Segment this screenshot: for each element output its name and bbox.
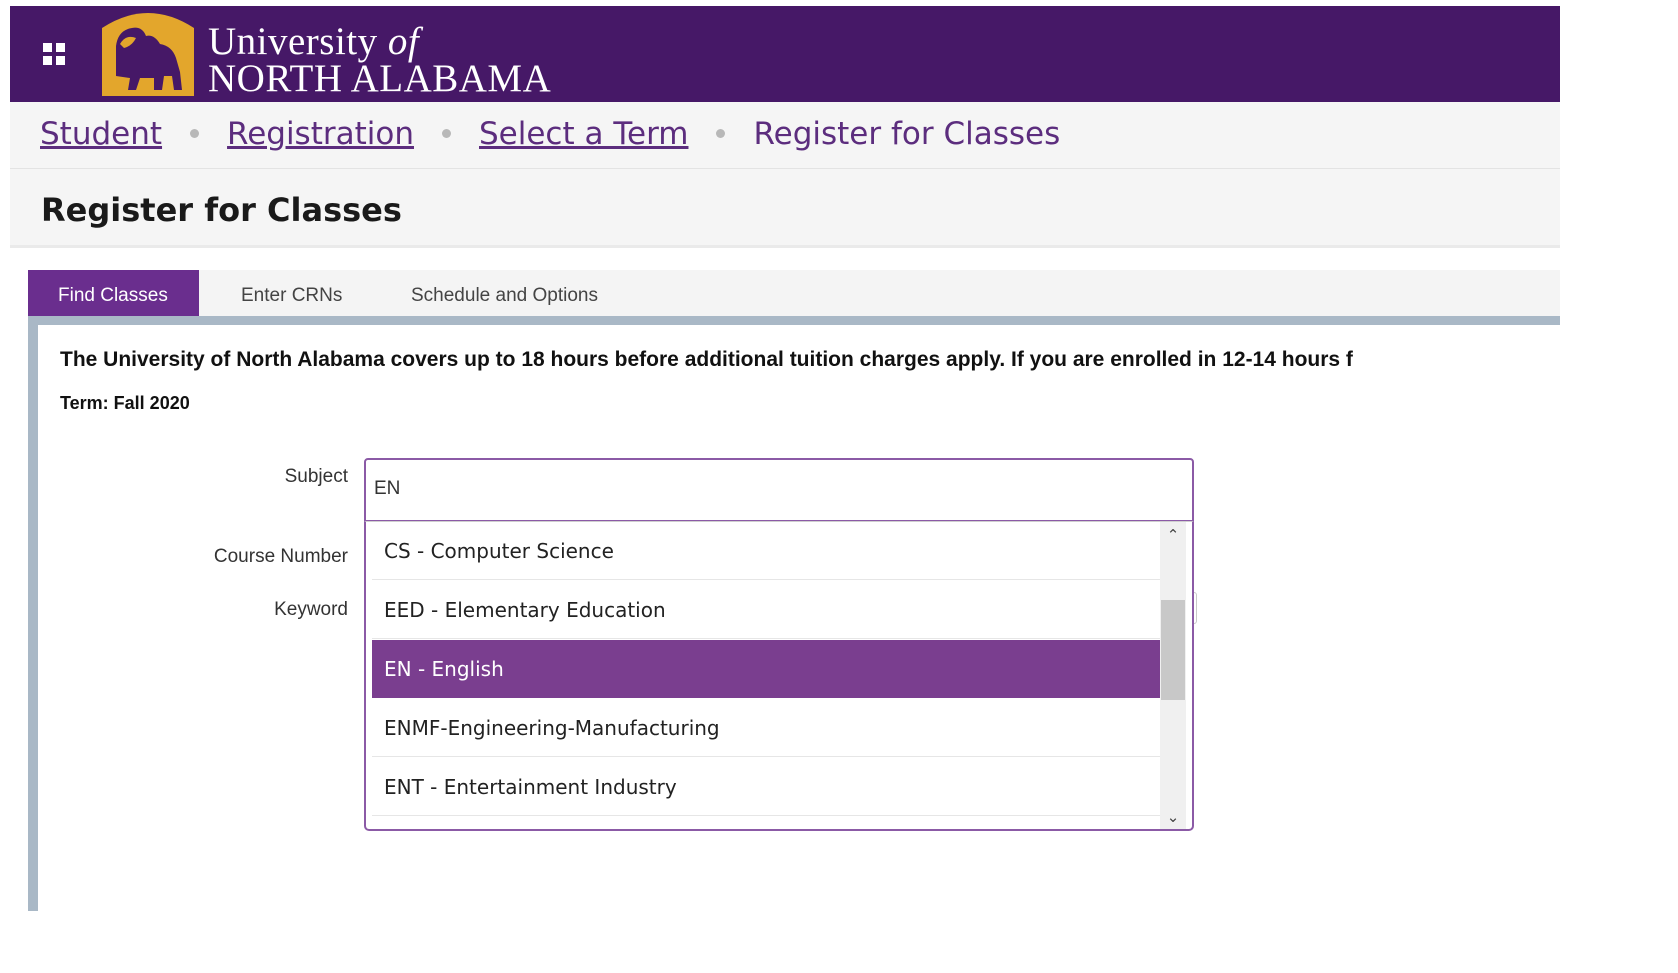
subject-option[interactable]: ENMF-Engineering-Manufacturing	[372, 699, 1160, 757]
breadcrumb-registration-link[interactable]: Registration	[227, 116, 414, 152]
tab-underline	[28, 316, 1560, 325]
breadcrumb: Student Registration Select a Term Register…	[10, 102, 1560, 169]
breadcrumb-separator	[716, 129, 726, 138]
scroll-up-icon[interactable]: ⌃	[1160, 524, 1186, 548]
page-title: Register for Classes	[41, 191, 402, 229]
subject-option[interactable]: CS - Computer Science	[372, 522, 1160, 580]
tuition-notice: The University of North Alabama covers u…	[60, 348, 1353, 371]
tab-bar: Find Classes Enter CRNs Schedule and Opt…	[28, 270, 1560, 316]
title-bar: Register for Classes	[10, 169, 1560, 248]
dropdown-scrollbar[interactable]: ⌃ ⌄	[1160, 522, 1186, 829]
university-logo-text: University of NORTH ALABAMA	[208, 22, 551, 98]
breadcrumb-separator	[442, 129, 451, 138]
subject-input-value: EN	[374, 478, 401, 499]
breadcrumb-current: Register for Classes	[753, 116, 1061, 152]
subject-option[interactable]: ENT - Entertainment Industry	[372, 758, 1160, 816]
course-number-label: Course Number	[213, 546, 348, 567]
subject-dropdown[interactable]: CS - Computer Science EED - Elementary E…	[364, 521, 1194, 831]
app-frame: University of NORTH ALABAMA Student Regis…	[10, 6, 1560, 911]
subject-input[interactable]: EN	[364, 458, 1194, 522]
breadcrumb-select-term-link[interactable]: Select a Term	[479, 116, 688, 152]
subject-option-selected[interactable]: EN - English	[372, 640, 1160, 698]
keyword-label: Keyword	[274, 599, 348, 620]
subject-label: Subject	[284, 466, 348, 487]
subject-option[interactable]: EED - Elementary Education	[372, 581, 1160, 639]
scrollbar-thumb[interactable]	[1161, 600, 1185, 700]
app-grid-icon[interactable]	[43, 43, 67, 67]
tab-enter-crns[interactable]: Enter CRNs	[241, 270, 342, 316]
term-label: Term: Fall 2020	[60, 393, 190, 413]
logo-line2: NORTH ALABAMA	[208, 57, 552, 100]
header-bar: University of NORTH ALABAMA	[10, 6, 1560, 102]
tab-find-classes[interactable]: Find Classes	[28, 270, 199, 316]
breadcrumb-separator	[190, 129, 200, 138]
lion-logo-icon[interactable]	[102, 6, 194, 96]
breadcrumb-student-link[interactable]: Student	[40, 116, 162, 152]
find-classes-panel: The University of North Alabama covers u…	[28, 325, 1560, 911]
scroll-down-icon[interactable]: ⌄	[1160, 806, 1186, 829]
tab-schedule-options[interactable]: Schedule and Options	[411, 270, 598, 316]
